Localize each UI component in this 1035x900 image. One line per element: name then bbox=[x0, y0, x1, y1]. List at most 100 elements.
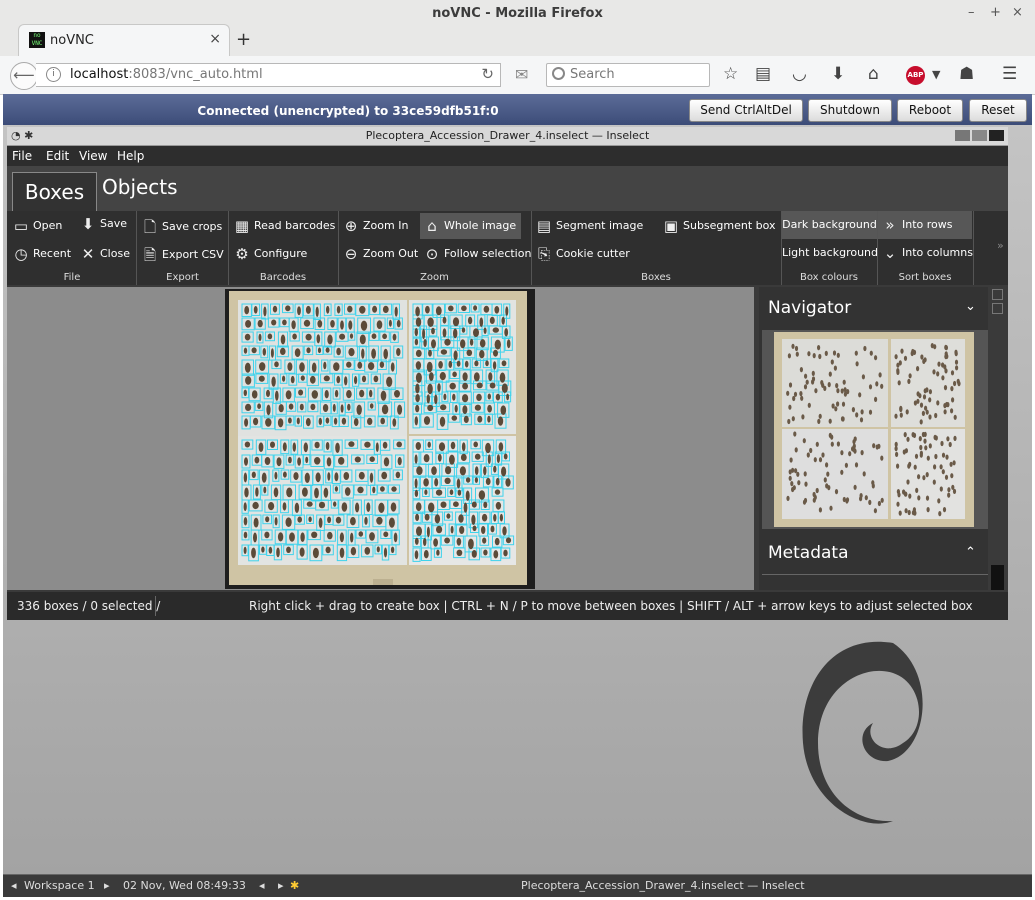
close-tab-icon[interactable]: × bbox=[209, 31, 221, 47]
specimen bbox=[452, 317, 460, 327]
open-button[interactable]: ▭ Open bbox=[12, 217, 62, 235]
chevron-up-icon[interactable]: ⌃ bbox=[965, 545, 976, 560]
navigator-thumbnail[interactable] bbox=[762, 330, 988, 529]
ribbon-separator bbox=[973, 211, 974, 285]
window-next-icon[interactable]: ▸ bbox=[278, 879, 284, 892]
whole-image-button[interactable]: ⌂ Whole image bbox=[420, 213, 522, 239]
thumbnail-specimen bbox=[802, 438, 806, 444]
thumbnail-specimen bbox=[894, 446, 898, 452]
workspace-next-icon[interactable]: ▸ bbox=[104, 879, 110, 892]
close-icon: ✕ bbox=[81, 245, 95, 263]
scrollbar-thumb[interactable] bbox=[991, 565, 1004, 590]
cookie-cutter-button[interactable]: ⎘ Cookie cutter bbox=[535, 245, 630, 263]
specimen bbox=[380, 417, 385, 425]
novnc-status-bar: Connected (unencrypted) to 33ce59dfb51f:… bbox=[3, 94, 1032, 125]
panel-scrollbar[interactable] bbox=[990, 287, 1005, 590]
workspace-prev-icon[interactable]: ◂ bbox=[11, 879, 17, 892]
workspace-label[interactable]: Workspace 1 bbox=[24, 879, 95, 892]
thumbnail-specimen bbox=[854, 462, 859, 468]
subsegment-box-button[interactable]: ▣ Subsegment box bbox=[662, 217, 776, 235]
specimen bbox=[253, 306, 258, 314]
thumbnail-specimen bbox=[916, 366, 920, 372]
zoom-out-button[interactable]: ⊖ Zoom Out bbox=[342, 245, 418, 263]
specimen bbox=[369, 532, 375, 541]
window-minimize-icon[interactable] bbox=[955, 130, 970, 141]
drawer-image[interactable] bbox=[225, 289, 535, 589]
window-prev-icon[interactable]: ◂ bbox=[259, 879, 265, 892]
ribbon-overflow-icon[interactable]: » bbox=[997, 239, 1004, 252]
specimen bbox=[426, 526, 430, 538]
search-input[interactable]: Search bbox=[546, 63, 710, 87]
menu-edit[interactable]: Edit bbox=[46, 149, 69, 163]
follow-selection-button[interactable]: ⊙ Follow selection bbox=[423, 245, 532, 263]
reboot-button[interactable]: Reboot bbox=[897, 99, 963, 122]
export-csv-button[interactable]: 🗎 Export CSV bbox=[141, 245, 224, 270]
back-arrow-icon[interactable]: ⟵ bbox=[10, 62, 38, 90]
shutdown-button[interactable]: Shutdown bbox=[808, 99, 892, 122]
url-text[interactable]: localhost:8083/vnc_auto.html bbox=[70, 67, 263, 82]
new-tab-icon[interactable]: + bbox=[236, 29, 251, 50]
bookmark-star-icon[interactable]: ☆ bbox=[723, 64, 738, 84]
specimen bbox=[438, 442, 446, 452]
thumbnail-specimen bbox=[815, 487, 819, 494]
window-close-icon[interactable] bbox=[989, 130, 1004, 141]
menu-help[interactable]: Help bbox=[117, 149, 144, 163]
chevron-down-icon[interactable]: ⌄ bbox=[965, 299, 976, 314]
thumbnail-specimen bbox=[926, 455, 930, 461]
chevron-down-icon[interactable]: ▼ bbox=[932, 68, 940, 81]
into-rows-button[interactable]: » Into rows bbox=[878, 211, 972, 239]
reload-icon[interactable]: ↻ bbox=[481, 65, 494, 83]
thumbnail-specimen bbox=[932, 369, 936, 375]
read-barcodes-button[interactable]: ▦ Read barcodes bbox=[233, 217, 336, 235]
thumbnail-specimen bbox=[941, 469, 945, 475]
save-crops-button[interactable]: 🗋 Save crops bbox=[141, 217, 222, 242]
close-window-icon[interactable]: × bbox=[1012, 5, 1023, 20]
thumbnail-specimen bbox=[796, 471, 800, 477]
adblock-plus-icon[interactable]: ABP bbox=[906, 66, 925, 85]
recent-button[interactable]: ◷ Recent bbox=[12, 245, 71, 263]
home-icon[interactable]: ⌂ bbox=[868, 64, 879, 84]
browser-tab[interactable]: no VNC noVNC × bbox=[18, 24, 230, 57]
pocket-icon[interactable]: ◡ bbox=[792, 64, 807, 84]
taskbar-window-title[interactable]: Plecoptera_Accession_Drawer_4.inselect —… bbox=[521, 879, 805, 892]
configure-button[interactable]: ⚙ Configure bbox=[233, 245, 307, 263]
thumbnail-specimen bbox=[894, 413, 898, 419]
dock-close-icon[interactable] bbox=[992, 303, 1003, 314]
save-button[interactable]: ⬇ Save bbox=[79, 215, 127, 233]
reset-button[interactable]: Reset bbox=[969, 99, 1027, 122]
window-maximize-icon[interactable] bbox=[972, 130, 987, 141]
segment-image-button[interactable]: ▤ Segment image bbox=[535, 217, 643, 235]
maximize-icon[interactable]: + bbox=[990, 5, 1001, 20]
ghostery-icon[interactable]: ☗ bbox=[959, 64, 974, 84]
minimize-icon[interactable]: – bbox=[968, 5, 975, 20]
into-columns-button[interactable]: ⌄ Into columns bbox=[878, 239, 973, 267]
thumbnail-specimen bbox=[926, 507, 930, 513]
menu-file[interactable]: File bbox=[12, 149, 32, 163]
zoom-in-button[interactable]: ⊕ Zoom In bbox=[342, 217, 409, 235]
downloads-icon[interactable]: ⬇ bbox=[831, 64, 845, 84]
specimen bbox=[277, 418, 284, 428]
send-ctrlaltdel-button[interactable]: Send CtrlAltDel bbox=[689, 99, 803, 122]
image-view[interactable] bbox=[7, 287, 754, 590]
menu-view[interactable]: View bbox=[79, 149, 107, 163]
thumbnail-specimen bbox=[943, 364, 947, 370]
navigator-drawer-thumbnail[interactable] bbox=[774, 332, 974, 527]
thumbnail-specimen bbox=[827, 382, 831, 388]
tracking-protection-icon[interactable]: ✉ bbox=[515, 65, 528, 84]
specimen bbox=[500, 405, 507, 415]
tab-objects[interactable]: Objects bbox=[102, 175, 178, 199]
specimen bbox=[457, 489, 462, 496]
url-bar[interactable]: i localhost:8083/vnc_auto.html ↻ bbox=[36, 63, 501, 87]
specimen bbox=[415, 404, 420, 413]
specimen bbox=[471, 501, 477, 508]
reading-list-icon[interactable]: ▤ bbox=[755, 64, 771, 84]
light-background-button[interactable]: Light background bbox=[782, 239, 878, 267]
hamburger-menu-icon[interactable]: ☰ bbox=[1002, 64, 1017, 84]
close-button[interactable]: ✕ Close bbox=[79, 245, 130, 263]
tab-boxes[interactable]: Boxes bbox=[12, 172, 97, 213]
dock-float-icon[interactable] bbox=[992, 289, 1003, 300]
specimen bbox=[243, 347, 248, 354]
specimen bbox=[423, 538, 427, 546]
site-info-icon[interactable]: i bbox=[46, 67, 61, 82]
dark-background-button[interactable]: Dark background bbox=[782, 211, 877, 239]
